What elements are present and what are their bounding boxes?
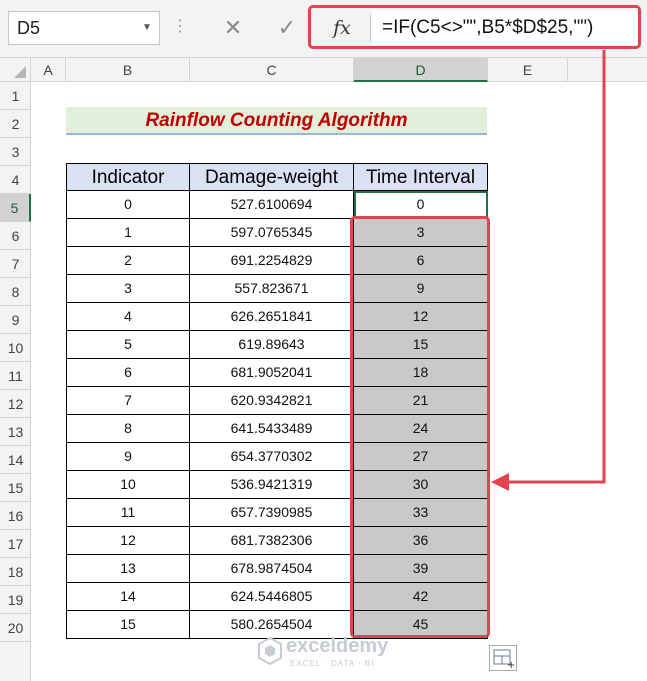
watermark-tagline: EXCEL · DATA · BI — [290, 659, 375, 668]
svg-text:+: + — [507, 660, 515, 670]
callout-arrow — [491, 50, 606, 491]
watermark-brand: exceldemy — [286, 635, 389, 657]
quick-analysis-icon: + — [493, 649, 515, 671]
quick-analysis-button[interactable]: + — [489, 645, 517, 671]
exceldemy-watermark: exceldemy EXCEL · DATA · BI — [258, 633, 418, 673]
exceldemy-logo-icon — [258, 637, 282, 665]
